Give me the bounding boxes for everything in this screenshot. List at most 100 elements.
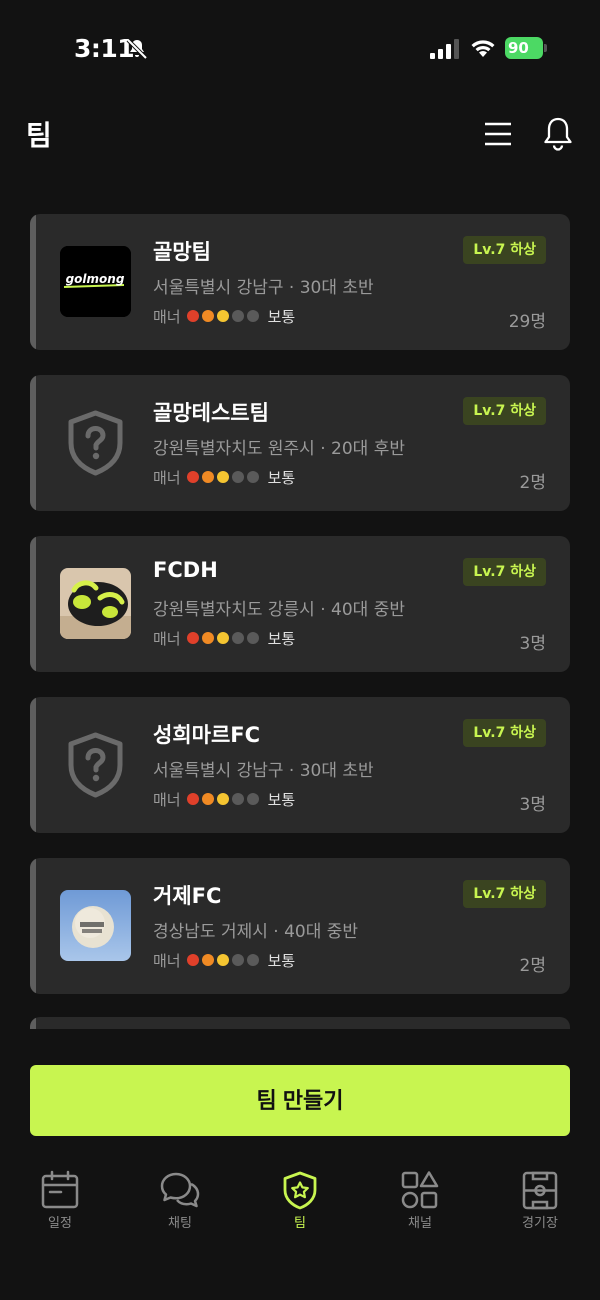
manner-dot <box>216 632 229 644</box>
manner-dot <box>231 632 244 644</box>
manner-dot <box>246 471 259 483</box>
team-card-partial[interactable] <box>30 1017 570 1029</box>
manner-dot <box>201 310 214 322</box>
manner-dot <box>201 954 214 966</box>
manner-dot <box>231 310 244 322</box>
team-info: 경상남도 거제시 · 40대 중반 <box>153 922 359 942</box>
level-badge: Lv.7 하상 <box>463 719 546 747</box>
level-badge: Lv.7 하상 <box>463 397 546 425</box>
battery-icon: 90 <box>505 37 547 59</box>
svg-text:golmong: golmong <box>66 272 125 286</box>
manner-dot <box>231 954 244 966</box>
manner-label: 매너 <box>153 951 181 970</box>
manner-label: 매너 <box>153 629 181 648</box>
level-badge: Lv.7 하상 <box>463 236 546 264</box>
member-count: 2명 <box>519 956 546 976</box>
tab-stadium[interactable]: 경기장 <box>500 1170 580 1240</box>
member-count: 3명 <box>519 634 546 654</box>
page-title: 팀 <box>26 119 52 152</box>
manner-label: 매너 <box>153 790 181 809</box>
notification-bell-icon[interactable] <box>541 116 575 152</box>
manner-rating: 매너 보통 <box>153 467 295 487</box>
team-card[interactable]: 골망테스트팀 강원특별자치도 원주시 · 20대 후반 매너 보통 Lv.7 하… <box>30 375 570 511</box>
shield-question-icon <box>68 410 123 476</box>
signal-icon <box>430 39 459 59</box>
tab-chat[interactable]: 채팅 <box>140 1170 220 1240</box>
team-info: 강원특별자치도 원주시 · 20대 후반 <box>153 439 405 459</box>
team-list: golmong 골망팀 서울특별시 강남구 · 30대 초반 매너 보통 Lv.… <box>30 214 570 1019</box>
tab-label: 채널 <box>408 1216 432 1231</box>
manner-dot <box>231 793 244 805</box>
manner-dot <box>216 954 229 966</box>
balloon-photo <box>60 890 131 961</box>
manner-dot <box>186 793 199 805</box>
member-count: 3명 <box>519 795 546 815</box>
manner-dot <box>201 793 214 805</box>
calendar-icon <box>41 1170 79 1209</box>
tab-label: 팀 <box>294 1216 306 1231</box>
manner-value: 보통 <box>267 790 296 809</box>
team-card[interactable]: FCDH 강원특별자치도 강릉시 · 40대 중반 매너 보통 Lv.7 하상 … <box>30 536 570 672</box>
manner-dot <box>246 954 259 966</box>
status-bar: 3:11 90 <box>0 0 600 96</box>
menu-icon[interactable] <box>482 118 514 150</box>
member-count: 29명 <box>508 312 546 332</box>
manner-value: 보통 <box>267 468 296 487</box>
chat-icon <box>160 1172 200 1208</box>
manner-dot <box>186 310 199 322</box>
field-icon <box>522 1171 558 1210</box>
manner-rating: 매너 보통 <box>153 789 295 809</box>
bottom-tab-bar: 일정 채팅 팀 채널 경기장 <box>0 1160 600 1260</box>
team-card[interactable]: golmong 골망팀 서울특별시 강남구 · 30대 초반 매너 보통 Lv.… <box>30 214 570 350</box>
team-logo <box>60 729 131 800</box>
manner-value: 보통 <box>267 951 296 970</box>
team-card[interactable]: 성희마르FC 서울특별시 강남구 · 30대 초반 매너 보통 Lv.7 하상 … <box>30 697 570 833</box>
team-name: 성희마르FC <box>153 723 261 747</box>
manner-dot <box>186 471 199 483</box>
team-info: 서울특별시 강남구 · 30대 초반 <box>153 278 374 298</box>
shield-question-icon <box>68 732 123 798</box>
team-info: 강원특별자치도 강릉시 · 40대 중반 <box>153 600 405 620</box>
shapes-icon <box>401 1171 439 1209</box>
manner-dot <box>216 793 229 805</box>
card-accent <box>30 536 36 672</box>
manner-dot <box>186 954 199 966</box>
battery-level: 90 <box>508 39 529 57</box>
team-card[interactable]: 거제FC 경상남도 거제시 · 40대 중반 매너 보통 Lv.7 하상 2명 <box>30 858 570 994</box>
manner-dot <box>246 310 259 322</box>
level-badge: Lv.7 하상 <box>463 558 546 586</box>
team-name: FCDH <box>153 558 218 582</box>
tab-channel[interactable]: 채널 <box>380 1170 460 1240</box>
member-count: 2명 <box>519 473 546 493</box>
wifi-icon <box>471 40 495 57</box>
team-info: 서울특별시 강남구 · 30대 초반 <box>153 761 374 781</box>
card-accent <box>30 1017 36 1029</box>
card-accent <box>30 214 36 350</box>
tab-label: 일정 <box>48 1216 72 1231</box>
manner-dot <box>201 632 214 644</box>
card-accent <box>30 697 36 833</box>
card-accent <box>30 375 36 511</box>
tab-label: 경기장 <box>522 1216 558 1231</box>
manner-label: 매너 <box>153 307 181 326</box>
manner-label: 매너 <box>153 468 181 487</box>
level-badge: Lv.7 하상 <box>463 880 546 908</box>
manner-rating: 매너 보통 <box>153 628 295 648</box>
manner-dot <box>231 471 244 483</box>
manner-value: 보통 <box>267 307 296 326</box>
team-shield-icon <box>283 1171 317 1210</box>
manner-dot <box>201 471 214 483</box>
manner-dot <box>246 793 259 805</box>
team-logo <box>60 890 131 961</box>
team-name: 골망팀 <box>153 240 211 264</box>
earbuds-photo <box>60 568 131 639</box>
team-name: 골망테스트팀 <box>153 401 269 425</box>
manner-dot <box>216 310 229 322</box>
bell-off-icon <box>126 38 148 60</box>
tab-schedule[interactable]: 일정 <box>20 1170 100 1240</box>
tab-team[interactable]: 팀 <box>260 1170 340 1240</box>
team-logo <box>60 568 131 639</box>
manner-dot <box>216 471 229 483</box>
create-team-button[interactable]: 팀 만들기 <box>30 1065 570 1136</box>
team-logo: golmong <box>60 246 131 317</box>
